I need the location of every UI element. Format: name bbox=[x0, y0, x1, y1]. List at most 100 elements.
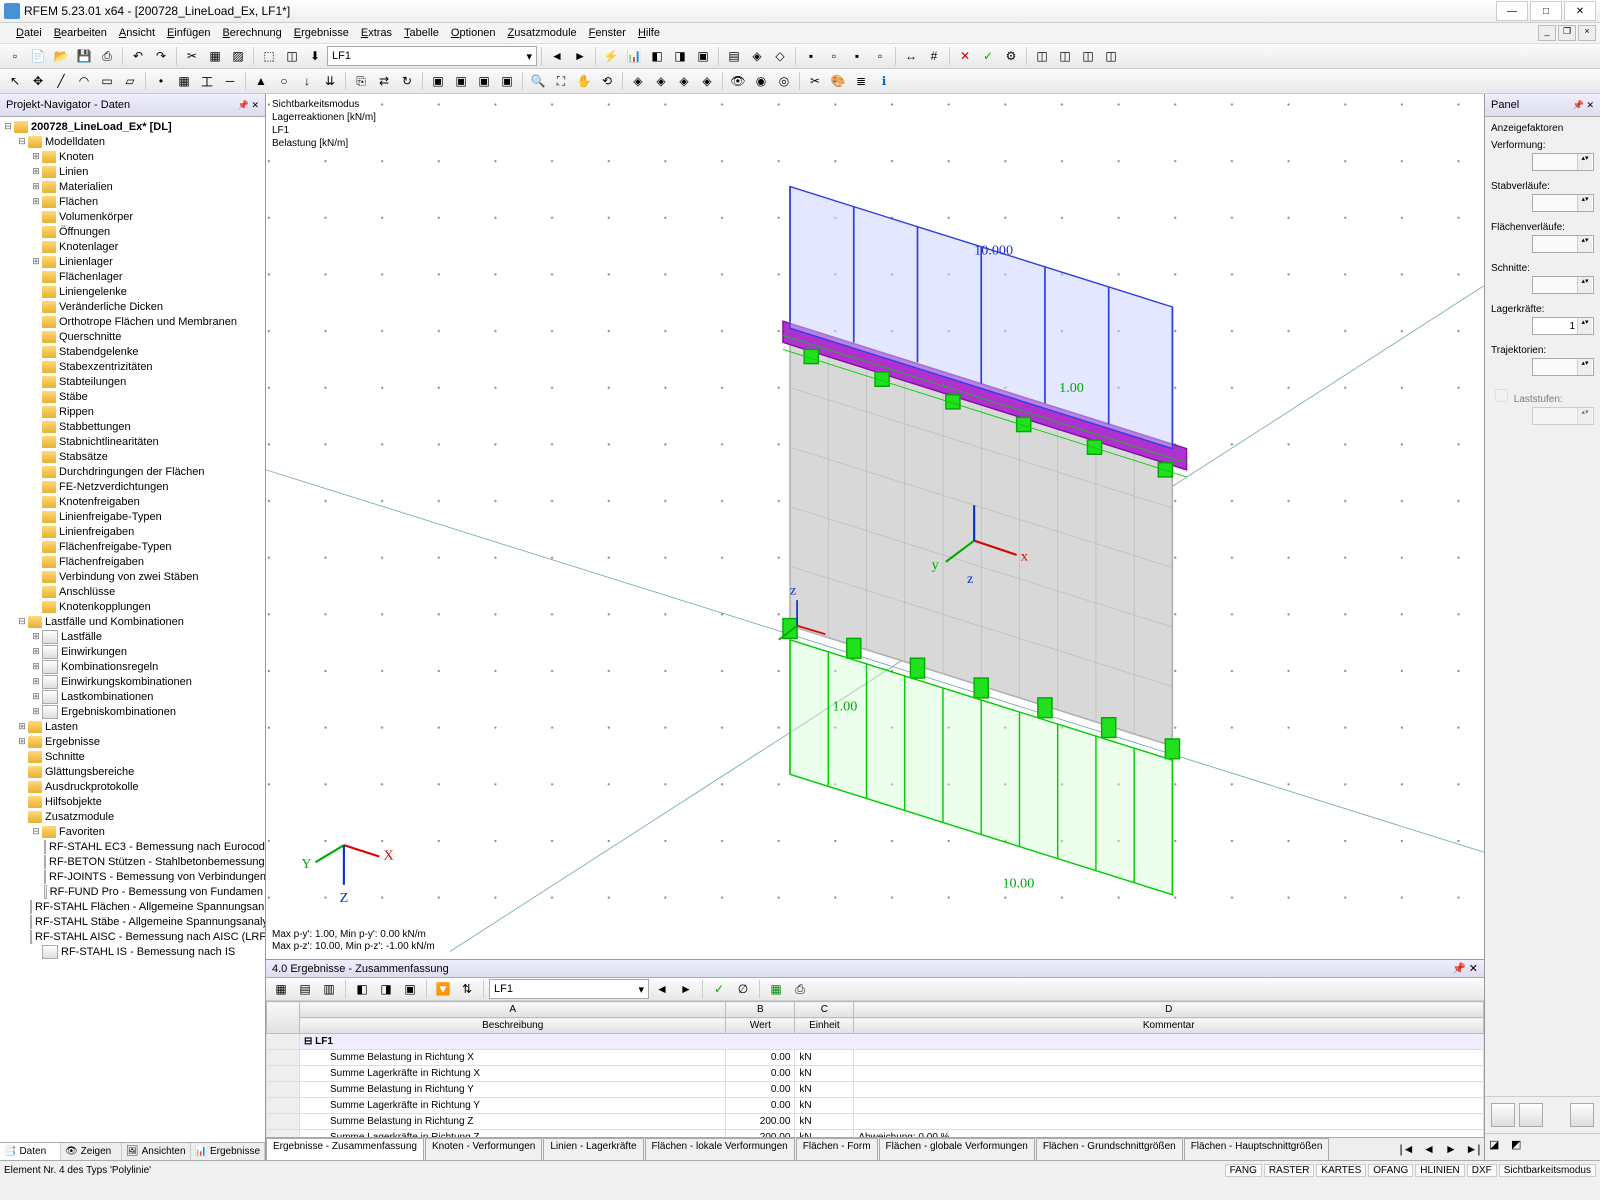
tree-model-29[interactable]: Anschlüsse bbox=[2, 584, 263, 599]
loadcase-icon[interactable]: ⬇ bbox=[304, 45, 326, 67]
menu-ergebnisse[interactable]: Ergebnisse bbox=[288, 25, 355, 41]
tree-mod-2[interactable]: RF-STAHL AISC - Bemessung nach AISC (LRF… bbox=[2, 929, 263, 944]
rt-x-icon[interactable]: ∅ bbox=[732, 978, 754, 1000]
tool-icon[interactable]: ⬚ bbox=[258, 45, 280, 67]
cube2-icon[interactable]: ▣ bbox=[450, 70, 472, 92]
opt-icon[interactable]: ⚙ bbox=[1000, 45, 1022, 67]
axis3-icon[interactable]: ▪ bbox=[846, 45, 868, 67]
flaechenverlaeufe-spinner[interactable]: ▴▾ bbox=[1532, 235, 1594, 253]
tree-model-6[interactable]: Knotenlager bbox=[2, 239, 263, 254]
viewport-3d[interactable]: 10.000 1.00 bbox=[266, 94, 1484, 959]
status-fang[interactable]: FANG bbox=[1225, 1164, 1262, 1177]
line-icon[interactable]: ╱ bbox=[50, 70, 72, 92]
menu-optionen[interactable]: Optionen bbox=[445, 25, 502, 41]
vis3-icon[interactable]: ◎ bbox=[773, 70, 795, 92]
tree-model-25[interactable]: Linienfreigaben bbox=[2, 524, 263, 539]
tree-other-2[interactable]: Schnitte bbox=[2, 749, 263, 764]
menu-berechnung[interactable]: Berechnung bbox=[216, 25, 287, 41]
cut-icon[interactable]: ✂ bbox=[181, 45, 203, 67]
tree-fav-3[interactable]: RF-FUND Pro - Bemessung von Fundamen bbox=[2, 884, 263, 899]
rotate-icon[interactable]: ↻ bbox=[396, 70, 418, 92]
nav-tab-zeigen[interactable]: 👁Zeigen bbox=[61, 1143, 122, 1160]
tree-model-5[interactable]: Öffnungen bbox=[2, 224, 263, 239]
result-row[interactable]: Summe Belastung in Richtung Z200.00kN bbox=[267, 1114, 1484, 1130]
lagerkraefte-spinner[interactable]: ▴▾ bbox=[1532, 317, 1594, 335]
results-tab-3[interactable]: Flächen - lokale Verformungen bbox=[645, 1138, 795, 1160]
orbit-icon[interactable]: ⟲ bbox=[596, 70, 618, 92]
select-icon[interactable]: ↖ bbox=[4, 70, 26, 92]
mdi-minimize[interactable]: _ bbox=[1538, 25, 1556, 41]
status-sichtbarkeitsmodus[interactable]: Sichtbarkeitsmodus bbox=[1499, 1164, 1596, 1177]
tree-model-21[interactable]: Durchdringungen der Flächen bbox=[2, 464, 263, 479]
cube1-icon[interactable]: ▣ bbox=[427, 70, 449, 92]
tab-next-icon[interactable]: ► bbox=[1440, 1138, 1462, 1160]
rt-2-icon[interactable]: ▤ bbox=[294, 978, 316, 1000]
label-icon[interactable]: # bbox=[923, 45, 945, 67]
rt-prev-icon[interactable]: ◄ bbox=[651, 978, 673, 1000]
menu-datei[interactable]: Datei bbox=[10, 25, 48, 41]
stabverlaeufe-spinner[interactable]: ▴▾ bbox=[1532, 194, 1594, 212]
rt-3-icon[interactable]: ▥ bbox=[318, 978, 340, 1000]
new-file-icon[interactable]: 📄 bbox=[27, 45, 49, 67]
vis2-icon[interactable]: ◉ bbox=[750, 70, 772, 92]
tree-root[interactable]: ⊟200728_LineLoad_Ex* [DL] bbox=[2, 119, 263, 134]
navigator-tree[interactable]: ⊟200728_LineLoad_Ex* [DL]⊟Modelldaten⊞Kn… bbox=[0, 117, 265, 1142]
move-icon[interactable]: ✥ bbox=[27, 70, 49, 92]
status-kartes[interactable]: KARTES bbox=[1316, 1164, 1366, 1177]
tree-model-19[interactable]: Stabnichtlinearitäten bbox=[2, 434, 263, 449]
arc-icon[interactable]: ◠ bbox=[73, 70, 95, 92]
tree-fav-0[interactable]: RF-STAHL EC3 - Bemessung nach Eurocod bbox=[2, 839, 263, 854]
result-row[interactable]: Summe Belastung in Richtung X0.00kN bbox=[267, 1050, 1484, 1066]
sec-icon[interactable]: ✂ bbox=[804, 70, 826, 92]
mdi-restore[interactable]: ❐ bbox=[1558, 25, 1576, 41]
results-icon[interactable]: 📊 bbox=[623, 45, 645, 67]
verformung-spinner[interactable]: ▴▾ bbox=[1532, 153, 1594, 171]
tree-model-7[interactable]: ⊞Linienlager bbox=[2, 254, 263, 269]
rt-next-icon[interactable]: ► bbox=[675, 978, 697, 1000]
tree-lf-3[interactable]: ⊞Einwirkungskombinationen bbox=[2, 674, 263, 689]
tree-model-3[interactable]: ⊞Flächen bbox=[2, 194, 263, 209]
axis1-icon[interactable]: ▪ bbox=[800, 45, 822, 67]
iso1-icon[interactable]: ◈ bbox=[627, 70, 649, 92]
view2-icon[interactable]: ◨ bbox=[669, 45, 691, 67]
menu-bearbeiten[interactable]: Bearbeiten bbox=[48, 25, 113, 41]
nav-tab-ansichten[interactable]: 🖼Ansichten bbox=[122, 1143, 191, 1160]
tree-other-1[interactable]: ⊞Ergebnisse bbox=[2, 734, 263, 749]
mdi-close[interactable]: × bbox=[1578, 25, 1596, 41]
mat-icon[interactable]: ▦ bbox=[173, 70, 195, 92]
status-hlinien[interactable]: HLINIEN bbox=[1415, 1164, 1464, 1177]
menu-einfügen[interactable]: Einfügen bbox=[161, 25, 216, 41]
iso2-icon[interactable]: ◈ bbox=[650, 70, 672, 92]
next-icon[interactable]: ► bbox=[569, 45, 591, 67]
tree-model-30[interactable]: Knotenkopplungen bbox=[2, 599, 263, 614]
member-icon[interactable]: ─ bbox=[219, 70, 241, 92]
axis2-icon[interactable]: ▫ bbox=[823, 45, 845, 67]
grid-icon[interactable]: ▦ bbox=[204, 45, 226, 67]
panel-btn-3[interactable] bbox=[1570, 1103, 1594, 1127]
tab-prev-icon[interactable]: ◄ bbox=[1418, 1138, 1440, 1160]
rt-6-icon[interactable]: ▣ bbox=[399, 978, 421, 1000]
tree-model-24[interactable]: Linienfreigabe-Typen bbox=[2, 509, 263, 524]
layer-icon[interactable]: ≣ bbox=[850, 70, 872, 92]
vis1-icon[interactable]: 👁 bbox=[727, 70, 749, 92]
result-row[interactable]: Summe Belastung in Richtung Y0.00kN bbox=[267, 1082, 1484, 1098]
tree-model-28[interactable]: Verbindung von zwei Stäben bbox=[2, 569, 263, 584]
results-tab-7[interactable]: Flächen - Hauptschnittgrößen bbox=[1184, 1138, 1330, 1160]
tree-model-9[interactable]: Liniengelenke bbox=[2, 284, 263, 299]
tree-model-2[interactable]: ⊞Materialien bbox=[2, 179, 263, 194]
iso3-icon[interactable]: ◈ bbox=[673, 70, 695, 92]
rt-4-icon[interactable]: ◧ bbox=[351, 978, 373, 1000]
pan-icon[interactable]: ✋ bbox=[573, 70, 595, 92]
chk-icon[interactable]: ✓ bbox=[977, 45, 999, 67]
cube4-icon[interactable]: ▣ bbox=[496, 70, 518, 92]
zoom-icon[interactable]: 🔍 bbox=[527, 70, 549, 92]
undo-icon[interactable]: ↶ bbox=[127, 45, 149, 67]
zoomfit-icon[interactable]: ⛶ bbox=[550, 70, 572, 92]
tree-lastfaelle[interactable]: ⊟Lastfälle und Kombinationen bbox=[2, 614, 263, 629]
results-tab-1[interactable]: Knoten - Verformungen bbox=[425, 1138, 542, 1160]
tree-model-26[interactable]: Flächenfreigabe-Typen bbox=[2, 539, 263, 554]
results-tab-5[interactable]: Flächen - globale Verformungen bbox=[879, 1138, 1035, 1160]
loadcase-combo[interactable]: LF1▾ bbox=[327, 46, 537, 66]
iso4-icon[interactable]: ◈ bbox=[696, 70, 718, 92]
menu-zusatzmodule[interactable]: Zusatzmodule bbox=[502, 25, 583, 41]
